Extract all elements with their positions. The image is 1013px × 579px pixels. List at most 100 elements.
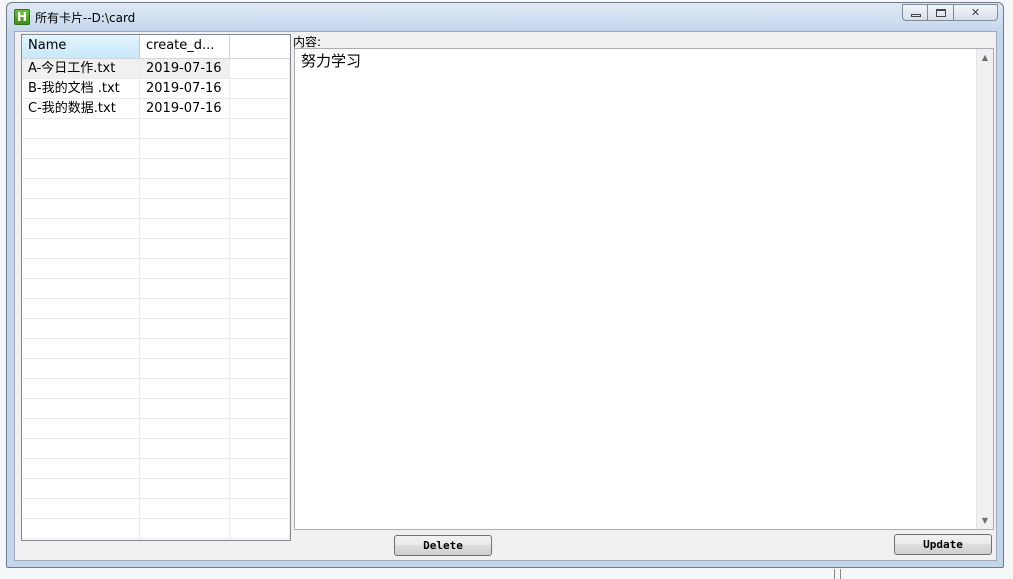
empty-cell — [22, 139, 140, 158]
empty-cell — [230, 139, 290, 158]
empty-cell — [230, 419, 290, 438]
list-row[interactable]: C-我的数据.txt 2019-07-16 — [22, 99, 290, 119]
scroll-up-icon[interactable]: ▲ — [977, 49, 993, 66]
list-row[interactable]: A-今日工作.txt 2019-07-16 — [22, 59, 290, 79]
column-header-name[interactable]: Name — [22, 35, 140, 58]
list-row-empty — [22, 199, 290, 219]
client-area: Name create_d... A-今日工作.txt 2019-07-16 B… — [14, 31, 997, 561]
caption-buttons: ✕ — [902, 4, 998, 22]
update-button[interactable]: Update — [894, 534, 992, 555]
list-row-empty — [22, 259, 290, 279]
list-row-empty — [22, 279, 290, 299]
card-list-view[interactable]: Name create_d... A-今日工作.txt 2019-07-16 B… — [21, 34, 291, 541]
list-row-empty — [22, 339, 290, 359]
list-row-empty — [22, 379, 290, 399]
empty-cell — [230, 339, 290, 358]
empty-cell — [140, 339, 230, 358]
list-row-empty — [22, 219, 290, 239]
list-row-empty — [22, 119, 290, 139]
empty-cell — [140, 479, 230, 498]
empty-cell — [230, 219, 290, 238]
row-date: 2019-07-16 — [140, 59, 230, 78]
list-row-empty — [22, 419, 290, 439]
empty-cell — [22, 259, 140, 278]
empty-cell — [140, 399, 230, 418]
empty-cell — [140, 139, 230, 158]
empty-cell — [140, 199, 230, 218]
empty-cell — [22, 299, 140, 318]
empty-cell — [22, 359, 140, 378]
empty-cell — [230, 499, 290, 518]
empty-cell — [22, 199, 140, 218]
list-row-empty — [22, 159, 290, 179]
delete-button[interactable]: Delete — [394, 535, 492, 556]
empty-cell — [140, 259, 230, 278]
app-window: H 所有卡片--D:\card ✕ Name create_d... A-今日工… — [6, 2, 1004, 568]
empty-cell — [140, 119, 230, 138]
list-row-empty — [22, 139, 290, 159]
row-name: B-我的文档 .txt — [22, 79, 140, 98]
scroll-down-icon[interactable]: ▼ — [977, 512, 993, 529]
list-row[interactable]: B-我的文档 .txt 2019-07-16 — [22, 79, 290, 99]
empty-cell — [22, 379, 140, 398]
empty-cell — [230, 119, 290, 138]
content-textarea[interactable]: 努力学习 ▲ ▼ — [294, 48, 994, 530]
empty-cell — [230, 259, 290, 278]
empty-cell — [230, 179, 290, 198]
row-filler — [230, 59, 290, 78]
column-header-filler — [230, 35, 290, 58]
empty-cell — [230, 299, 290, 318]
empty-cell — [140, 499, 230, 518]
close-icon: ✕ — [970, 6, 981, 19]
maximize-button[interactable] — [928, 4, 954, 21]
empty-cell — [140, 239, 230, 258]
list-row-empty — [22, 479, 290, 499]
desktop-edge-line — [840, 569, 841, 579]
empty-cell — [22, 339, 140, 358]
empty-cell — [140, 279, 230, 298]
title-bar[interactable]: H 所有卡片--D:\card ✕ — [7, 3, 1003, 31]
list-row-empty — [22, 439, 290, 459]
empty-cell — [140, 179, 230, 198]
content-text: 努力学习 — [301, 52, 362, 70]
list-row-empty — [22, 519, 290, 539]
empty-cell — [22, 159, 140, 178]
empty-cell — [140, 379, 230, 398]
empty-cell — [230, 239, 290, 258]
empty-cell — [22, 399, 140, 418]
empty-cell — [230, 199, 290, 218]
vertical-scrollbar[interactable]: ▲ ▼ — [976, 49, 993, 529]
empty-cell — [22, 279, 140, 298]
empty-cell — [230, 439, 290, 458]
empty-cell — [230, 399, 290, 418]
row-filler — [230, 79, 290, 98]
empty-cell — [140, 319, 230, 338]
list-header: Name create_d... — [22, 35, 290, 59]
empty-cell — [230, 319, 290, 338]
empty-cell — [230, 479, 290, 498]
minimize-button[interactable] — [902, 4, 928, 21]
empty-cell — [22, 459, 140, 478]
app-icon: H — [14, 9, 30, 25]
close-button[interactable]: ✕ — [954, 4, 998, 21]
desktop-edge-line — [834, 569, 835, 579]
empty-cell — [230, 359, 290, 378]
empty-cell — [22, 179, 140, 198]
row-date: 2019-07-16 — [140, 79, 230, 98]
empty-cell — [140, 519, 230, 538]
list-row-empty — [22, 319, 290, 339]
row-date: 2019-07-16 — [140, 99, 230, 118]
list-row-empty — [22, 499, 290, 519]
list-row-empty — [22, 299, 290, 319]
empty-cell — [140, 299, 230, 318]
empty-cell — [22, 519, 140, 538]
empty-cell — [140, 159, 230, 178]
empty-cell — [230, 519, 290, 538]
maximize-icon — [936, 9, 946, 17]
empty-cell — [230, 459, 290, 478]
empty-cell — [230, 279, 290, 298]
column-header-create-date[interactable]: create_d... — [140, 35, 230, 58]
empty-cell — [22, 479, 140, 498]
empty-cell — [140, 459, 230, 478]
empty-cell — [230, 159, 290, 178]
